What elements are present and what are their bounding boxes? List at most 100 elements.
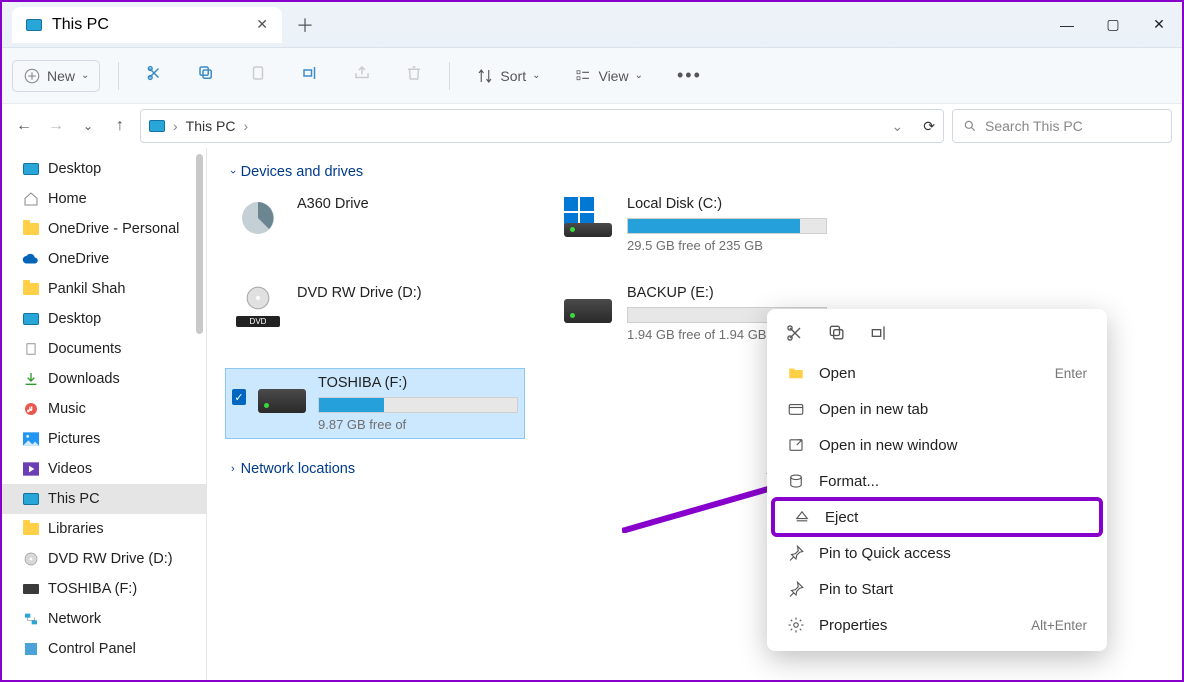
folder-icon	[787, 364, 805, 382]
search-icon	[963, 119, 977, 133]
shortcut-label: Enter	[1055, 366, 1087, 381]
drive-icon	[561, 285, 615, 327]
more-button[interactable]: •••	[669, 59, 710, 92]
toolbar: New ⌄ Sort ⌄ View ⌄ •••	[2, 48, 1182, 104]
sidebar-item-desktop[interactable]: Desktop	[2, 154, 206, 184]
sidebar-item-label: Libraries	[48, 521, 104, 537]
paste-button[interactable]	[241, 58, 275, 93]
sidebar-item-onedrive[interactable]: OneDrive	[2, 244, 206, 274]
address-bar[interactable]: › This PC › ⌄ ⟳	[140, 109, 944, 143]
sidebar-item-network[interactable]: Network	[2, 604, 206, 634]
sidebar-item-toshiba-f-[interactable]: TOSHIBA (F:)	[2, 574, 206, 604]
sidebar-item-label: Downloads	[48, 371, 120, 387]
sort-button[interactable]: Sort ⌄	[468, 61, 548, 91]
breadcrumb[interactable]: This PC	[186, 118, 236, 134]
pin-icon	[787, 580, 805, 598]
context-item-label: Open in new window	[819, 437, 957, 454]
drive-local-disk-c-[interactable]: Local Disk (C:) 29.5 GB free of 235 GB	[555, 190, 855, 259]
sidebar-item-this-pc[interactable]: This PC	[2, 484, 206, 514]
sidebar-item-home[interactable]: Home	[2, 184, 206, 214]
drive-dvd-rw-drive-d-[interactable]: DVDDVD RW Drive (D:)	[225, 279, 525, 348]
copy-button[interactable]	[189, 58, 223, 93]
delete-button[interactable]	[397, 58, 431, 93]
pin-icon	[787, 544, 805, 562]
context-open-in-new-window[interactable]: Open in new window	[767, 427, 1107, 463]
sidebar-item-pictures[interactable]: Pictures	[2, 424, 206, 454]
drive-name: Local Disk (C:)	[627, 196, 849, 212]
video-icon	[22, 460, 40, 478]
context-item-label: Properties	[819, 617, 887, 634]
sidebar-item-pankil-shah[interactable]: Pankil Shah	[2, 274, 206, 304]
new-button[interactable]: New ⌄	[12, 60, 100, 92]
view-icon	[574, 67, 592, 85]
folder-icon	[22, 280, 40, 298]
sidebar-item-label: Network	[48, 611, 101, 627]
refresh-button[interactable]: ⟳	[923, 118, 935, 135]
folder-icon	[22, 220, 40, 238]
close-button[interactable]: ✕	[1136, 2, 1182, 48]
sidebar-item-dvd-rw-drive-d-[interactable]: DVD RW Drive (D:)	[2, 544, 206, 574]
context-item-label: Format...	[819, 473, 879, 490]
sidebar-item-downloads[interactable]: Downloads	[2, 364, 206, 394]
monitor-icon	[22, 490, 40, 508]
context-format-[interactable]: Format...	[767, 463, 1107, 499]
drive-toshiba-f-[interactable]: ✓TOSHIBA (F:)9.87 GB free of	[225, 368, 525, 439]
forward-button[interactable]: →	[44, 117, 68, 135]
picture-icon	[22, 430, 40, 448]
search-input[interactable]: Search This PC	[952, 109, 1172, 143]
sidebar-item-label: OneDrive	[48, 251, 109, 267]
tab-this-pc[interactable]: This PC ✕	[12, 7, 282, 43]
view-button[interactable]: View ⌄	[566, 61, 650, 91]
sidebar-item-onedrive-personal[interactable]: OneDrive - Personal	[2, 214, 206, 244]
sidebar-item-control-panel[interactable]: Control Panel	[2, 634, 206, 664]
context-properties[interactable]: Properties Alt+Enter	[767, 607, 1107, 643]
usb-icon	[22, 580, 40, 598]
sidebar-item-label: This PC	[48, 491, 100, 507]
nav-row: ← → ⌄ ↑ › This PC › ⌄ ⟳ Search This PC	[2, 104, 1182, 148]
sidebar-item-label: Desktop	[48, 161, 101, 177]
sidebar-item-label: OneDrive - Personal	[48, 221, 179, 237]
minimize-button[interactable]: —	[1044, 2, 1090, 48]
drive-icon	[561, 196, 615, 238]
drive-name: TOSHIBA (F:)	[318, 375, 518, 391]
back-button[interactable]: ←	[12, 117, 36, 135]
sidebar-item-label: Music	[48, 401, 86, 417]
sidebar-item-music[interactable]: Music	[2, 394, 206, 424]
shortcut-label: Alt+Enter	[1031, 618, 1087, 633]
new-tab-button[interactable]: ＋	[296, 12, 314, 38]
drive-icon	[258, 375, 306, 417]
cut-icon[interactable]	[785, 323, 805, 343]
rename-icon[interactable]	[869, 323, 889, 343]
group-devices[interactable]: ›Devices and drives	[225, 158, 1164, 190]
context-eject[interactable]: Eject	[773, 499, 1101, 535]
maximize-button[interactable]: ▢	[1090, 2, 1136, 48]
drive-name: A360 Drive	[297, 196, 519, 212]
up-button[interactable]: ↑	[108, 117, 132, 135]
drive-icon	[231, 196, 285, 238]
sidebar-item-documents[interactable]: Documents	[2, 334, 206, 364]
scrollbar-thumb[interactable]	[196, 154, 203, 334]
context-open-in-new-tab[interactable]: Open in new tab	[767, 391, 1107, 427]
context-open[interactable]: OpenEnter	[767, 355, 1107, 391]
drive-free: 29.5 GB free of 235 GB	[627, 238, 849, 253]
copy-icon[interactable]	[827, 323, 847, 343]
sidebar-item-label: Pankil Shah	[48, 281, 125, 297]
history-dropdown[interactable]: ⌄	[76, 119, 100, 133]
context-pin-to-quick-access[interactable]: Pin to Quick access	[767, 535, 1107, 571]
checkbox-icon[interactable]: ✓	[232, 389, 246, 405]
share-button[interactable]	[345, 58, 379, 93]
drive-a360-drive[interactable]: A360 Drive	[225, 190, 525, 259]
chevron-down-icon[interactable]: ⌄	[892, 118, 904, 135]
rename-button[interactable]	[293, 58, 327, 93]
sidebar-item-label: Home	[48, 191, 87, 207]
sidebar-item-videos[interactable]: Videos	[2, 454, 206, 484]
close-tab-icon[interactable]: ✕	[256, 16, 268, 33]
context-pin-to-start[interactable]: Pin to Start	[767, 571, 1107, 607]
sidebar-item-libraries[interactable]: Libraries	[2, 514, 206, 544]
network-icon	[22, 610, 40, 628]
eject-icon	[793, 508, 811, 526]
sidebar: Desktop Home OneDrive - Personal OneDrive Pa…	[2, 148, 207, 680]
cut-button[interactable]	[137, 58, 171, 93]
sidebar-item-desktop[interactable]: Desktop	[2, 304, 206, 334]
sidebar-item-label: Desktop	[48, 311, 101, 327]
